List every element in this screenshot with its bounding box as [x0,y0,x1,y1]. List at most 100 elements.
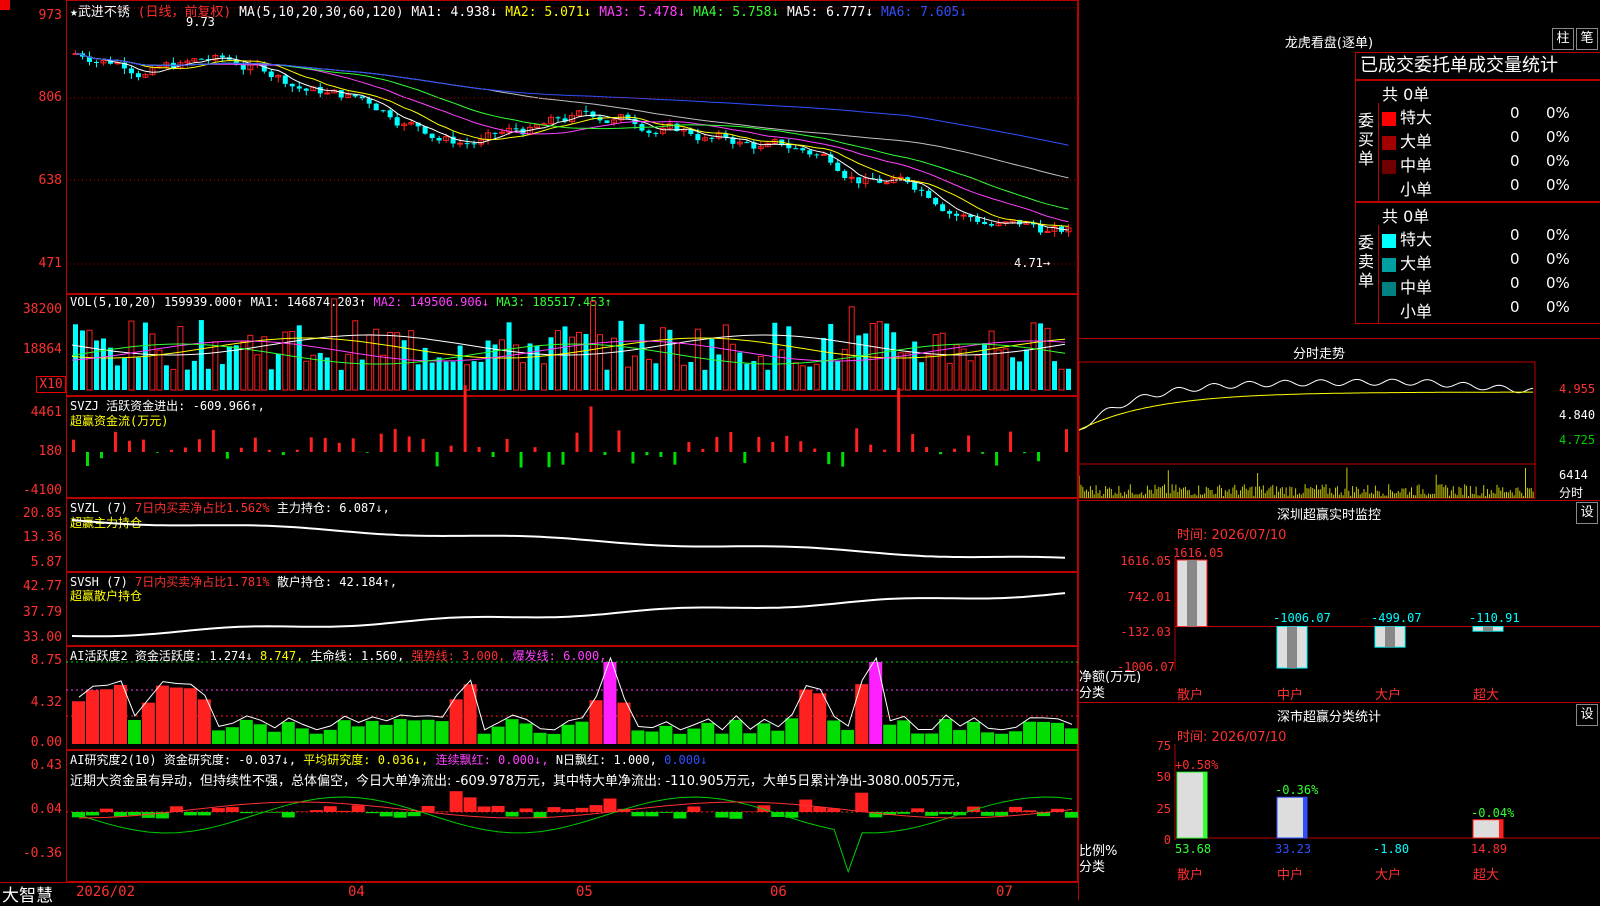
research-bar [855,793,868,812]
candle-body [283,75,288,83]
flow-bar [617,430,620,452]
activity-bar [324,730,337,744]
flow-bar [883,450,886,452]
buy-row-label: 大单 [1400,132,1432,151]
candle-body [786,145,791,149]
volume-bar [905,353,910,390]
volume-bar [332,299,337,390]
flow-bar [813,449,816,452]
candle-body [625,115,630,119]
buy-row-value: 0 [1510,176,1520,194]
activity-bar [925,734,938,744]
activity-bar [743,733,756,744]
activity-bar [785,718,798,744]
candle-body [339,90,344,97]
volume-bar [500,340,505,390]
class-bar-edge [1203,772,1207,838]
flow-bar [86,452,89,466]
research-bar [897,812,910,814]
buy-row: 特大 [1382,104,1432,128]
volume-bar [570,337,575,390]
activity-bar [827,721,840,744]
research-bar [575,808,588,812]
research-bar [324,806,337,812]
flow-bar [436,452,439,466]
volume-bar [618,321,623,390]
flow-bar [450,446,453,452]
research-bar [506,812,519,816]
volume-bar [765,370,770,390]
research-bar [282,812,295,817]
activity-bar [338,720,351,744]
flow-bar [338,443,341,452]
research-bar [114,812,127,816]
candle-body [744,142,749,143]
buy-row-pct: 0% [1546,176,1570,194]
flow-bar [506,439,509,452]
volume-bar [877,322,882,390]
research-bar [394,812,407,818]
candle-body [94,62,99,63]
research-bar [659,812,672,813]
volume-bar [842,349,847,390]
volume-bar [975,355,980,390]
volume-bar [933,335,938,390]
volume-bar [80,330,85,390]
flow-bar [240,448,243,452]
volume-bar [940,333,945,390]
candle-body [912,182,917,190]
research-bar [981,812,994,816]
class-ratio-label: -1.80 [1373,842,1409,856]
volume-bar [835,361,840,390]
volume-bar [632,356,637,390]
buy-row-value: 0 [1510,104,1520,122]
candle-body [430,134,435,138]
candle-body [290,84,295,86]
candle-body [297,86,302,88]
buy-color-swatch [1382,136,1396,150]
volume-bar [388,332,393,390]
research-bar [925,812,938,816]
flow-bar [799,441,802,452]
candle-body [374,104,379,111]
research-bar [240,812,253,813]
volume-bar [451,362,456,390]
volume-bar [604,370,609,390]
flow-bar [981,452,984,454]
candle-body [388,110,393,117]
class-category-label: 中户 [1277,864,1303,883]
activity-bar [659,726,672,744]
research-bar [1009,807,1022,812]
flow-bar [408,437,411,452]
activity-bar [673,734,686,744]
activity-bar [995,734,1008,744]
flow-bar [170,450,173,452]
volume-bar [968,361,973,390]
buy-row: 小单 [1382,176,1432,200]
flow-bar [296,450,299,452]
sell-row-pct: 0% [1546,226,1570,244]
main-chart-area[interactable]: ★武进不锈 (日线，前复权) MA(5,10,20,30,60,120) MA1… [0,0,1078,900]
volume-bar [751,361,756,390]
research-bar [673,812,686,818]
date-axis: 大智慧 2026/02 04 05 06 07 [0,882,1078,900]
flow-bar [645,452,648,455]
volume-bar [290,331,295,390]
flow-bar [72,440,75,452]
flow-bar [128,441,131,452]
candle-body [849,177,854,178]
activity-bar [771,731,784,744]
volume-bar [213,342,218,390]
activity-bar [296,728,309,744]
candle-body [842,171,847,178]
activity-bar [450,699,463,744]
candle-body [472,143,477,144]
flow-bar [939,452,942,454]
candle-body [919,190,924,191]
activity-bar [562,725,575,744]
research-bar [268,812,281,813]
activity-bar [729,720,742,744]
flow-bar [198,439,201,452]
volume-bar [660,328,665,390]
main-position-line [72,520,1065,558]
